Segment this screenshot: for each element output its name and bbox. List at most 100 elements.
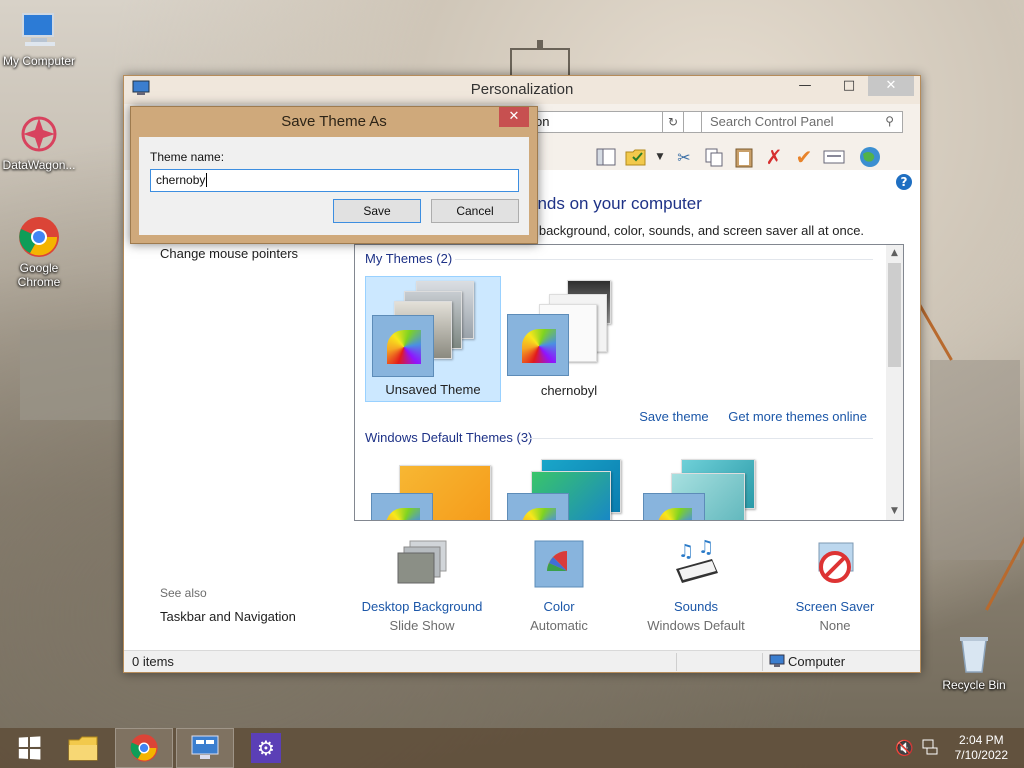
sounds-value: Windows Default <box>647 618 745 633</box>
theme-label: chernobyl <box>540 383 598 398</box>
desktop-background-label: Desktop Background <box>361 599 483 614</box>
dialog-close-button[interactable]: ✕ <box>499 107 529 127</box>
theme-name-label: Theme name: <box>150 150 225 164</box>
themes-list[interactable]: My Themes (2) Unsaved Theme chernobyl Sa… <box>354 244 904 521</box>
scroll-down-arrow-icon[interactable]: ▼ <box>886 503 903 520</box>
sounds-label: Sounds <box>673 599 719 614</box>
color-palette-icon <box>643 493 705 520</box>
cut-icon[interactable]: ✂ <box>672 145 696 169</box>
taskbar-file-explorer[interactable] <box>54 728 112 768</box>
globe-icon[interactable] <box>858 145 882 169</box>
theme-default-3[interactable] <box>637 455 773 520</box>
theme-default-2[interactable] <box>501 455 637 520</box>
scroll-thumb[interactable] <box>888 263 901 367</box>
divider <box>525 438 873 439</box>
search-input[interactable]: Search Control Panel ⚲ <box>701 111 903 133</box>
desktop-background-icon <box>394 539 450 591</box>
save-button[interactable]: Save <box>333 199 421 223</box>
control-panel-icon <box>191 735 219 759</box>
gear-icon: ⚙ <box>251 733 281 763</box>
color-palette-icon <box>371 493 433 520</box>
layout-icon[interactable] <box>594 145 618 169</box>
scroll-up-arrow-icon[interactable]: ▲ <box>886 245 903 262</box>
start-button[interactable] <box>0 728 58 768</box>
refresh-button[interactable]: ↻ <box>662 111 684 133</box>
taskbar-chrome[interactable] <box>115 728 173 768</box>
theme-default-1[interactable] <box>365 455 501 520</box>
desktop-icon-label: Google Chrome <box>17 261 61 289</box>
color-palette-icon <box>531 539 587 591</box>
save-theme-link[interactable]: Save theme <box>639 409 708 424</box>
search-icon: ⚲ <box>885 114 894 128</box>
default-themes-header: Windows Default Themes (3) <box>365 430 533 445</box>
color-label: Color <box>543 599 575 614</box>
theme-label: Unsaved Theme <box>385 382 481 397</box>
properties-icon[interactable] <box>822 145 846 169</box>
desktop-icon-label: My Computer <box>2 54 76 68</box>
get-more-themes-link[interactable]: Get more themes online <box>728 409 867 424</box>
my-themes-header: My Themes (2) <box>365 251 453 266</box>
theme-unsaved[interactable]: Unsaved Theme <box>365 276 501 402</box>
color-palette-icon <box>507 493 569 520</box>
taskbar-settings[interactable]: ⚙ <box>237 728 295 768</box>
taskbar-control-panel[interactable] <box>176 728 234 768</box>
network-icon[interactable] <box>922 739 938 755</box>
scrollbar[interactable]: ▲ ▼ <box>886 245 903 520</box>
chrome-icon <box>130 734 158 762</box>
theme-links: Save theme Get more themes online <box>623 409 867 424</box>
color-palette-icon <box>507 314 569 376</box>
color-item[interactable]: Color Automatic <box>494 539 624 633</box>
theme-name-input[interactable]: chernoby <box>150 169 519 192</box>
color-palette-icon <box>372 315 434 377</box>
theme-chernobyl[interactable]: chernobyl <box>501 276 637 402</box>
status-bar: 0 items Computer <box>124 650 920 672</box>
maximize-button[interactable]: □ <box>834 76 864 96</box>
command-toolbar: ▼ ✂ ✗ ✔ <box>594 142 882 172</box>
check-icon[interactable]: ✔ <box>792 145 816 169</box>
save-theme-dialog: Save Theme As ✕ Theme name: chernoby Sav… <box>130 106 538 244</box>
dialog-title: Save Theme As <box>281 113 387 130</box>
desktop-icon-recycle-bin[interactable]: Recycle Bin <box>932 632 1016 692</box>
cancel-button[interactable]: Cancel <box>431 199 519 223</box>
screen-saver-item[interactable]: Screen Saver None <box>770 539 900 633</box>
screen-saver-value: None <box>819 618 851 633</box>
minimize-button[interactable]: — <box>790 76 820 96</box>
svg-text:♫: ♫ <box>698 539 714 558</box>
divider <box>676 653 677 671</box>
desktop-background-value: Slide Show <box>389 618 455 633</box>
status-location: Computer <box>788 654 846 669</box>
page-subheading: p background, color, sounds, and screen … <box>528 223 865 238</box>
window-titlebar[interactable]: Personalization — □ ✕ <box>124 76 920 104</box>
close-button[interactable]: ✕ <box>868 76 914 96</box>
dropdown-arrow-icon[interactable]: ▼ <box>654 145 666 169</box>
datawagon-icon <box>17 112 61 156</box>
background-building <box>20 330 130 420</box>
copy-icon[interactable] <box>702 145 726 169</box>
volume-muted-icon[interactable]: 🔇 <box>895 739 914 757</box>
color-value: Automatic <box>530 618 588 633</box>
desktop-icon-my-computer[interactable]: My Computer <box>0 8 81 68</box>
change-mouse-pointers-link[interactable]: Change mouse pointers <box>160 246 298 261</box>
taskbar-navigation-link[interactable]: Taskbar and Navigation <box>160 609 296 624</box>
background-building <box>930 360 1020 560</box>
divider <box>762 653 763 671</box>
dialog-body: Theme name: chernoby Save Cancel <box>139 137 529 235</box>
desktop-icon-google-chrome[interactable]: Google Chrome <box>0 215 81 289</box>
theme-name-value: chernoby <box>156 173 206 187</box>
desktop-background-item[interactable]: Desktop Background Slide Show <box>357 539 487 633</box>
folder-check-icon[interactable] <box>624 145 648 169</box>
clock[interactable]: 2:04 PM 7/10/2022 <box>955 733 1008 763</box>
computer-icon <box>769 654 785 668</box>
clock-date: 7/10/2022 <box>954 748 1008 762</box>
status-item-count: 0 items <box>132 654 174 669</box>
chrome-icon <box>17 215 61 259</box>
help-icon[interactable]: ? <box>896 174 912 190</box>
paste-icon[interactable] <box>732 145 756 169</box>
delete-icon[interactable]: ✗ <box>762 145 786 169</box>
divider <box>455 259 873 260</box>
screen-saver-icon <box>807 539 863 591</box>
desktop-icon-datawagon[interactable]: DataWagon... <box>0 112 81 172</box>
svg-text:♫: ♫ <box>678 541 694 562</box>
sounds-item[interactable]: ♫ ♫ Sounds Windows Default <box>631 537 761 633</box>
desktop-icon-label: Recycle Bin <box>942 678 1006 692</box>
